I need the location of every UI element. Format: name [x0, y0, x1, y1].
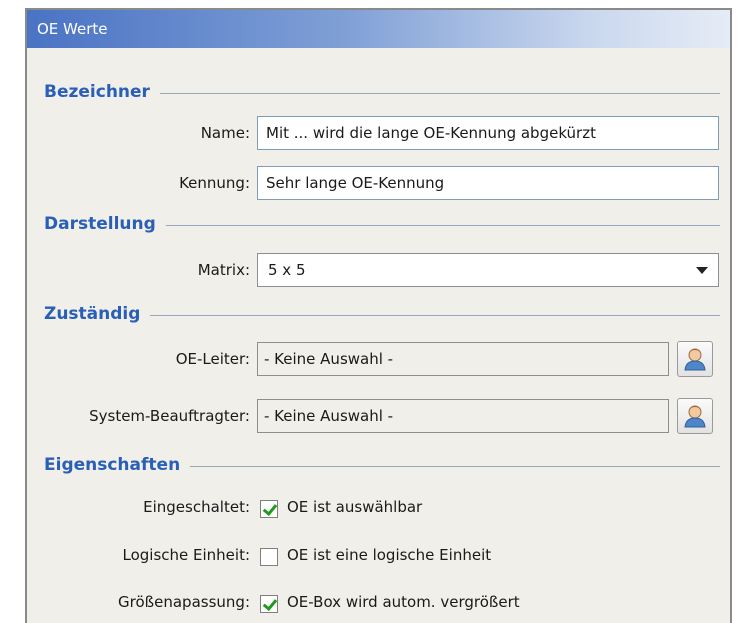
- section-divider: [190, 465, 720, 467]
- person-icon: [684, 348, 706, 371]
- logische-einheit-checkbox-text[interactable]: OE ist eine logische Einheit: [287, 546, 491, 564]
- groessenanpassung-checkbox[interactable]: [260, 595, 278, 613]
- oe-werte-panel: OE Werte Bezeichner Name: Mit ... wird d…: [25, 8, 732, 623]
- section-title-eigenschaften: Eigenschaften: [44, 455, 181, 475]
- groessenanpassung-label: Größenapassung:: [118, 593, 250, 611]
- logische-einheit-checkbox[interactable]: [260, 548, 278, 566]
- system-beauftragter-field: - Keine Auswahl -: [257, 399, 669, 433]
- matrix-select[interactable]: 5 x 5: [257, 253, 719, 287]
- section-divider: [165, 224, 720, 226]
- oe-leiter-label: OE-Leiter:: [175, 350, 250, 368]
- section-divider: [159, 92, 720, 94]
- matrix-label: Matrix:: [197, 261, 250, 279]
- kennung-input[interactable]: Sehr lange OE-Kennung: [257, 166, 719, 200]
- section-title-darstellung: Darstellung: [44, 214, 156, 234]
- matrix-selected-value: 5 x 5: [268, 261, 306, 279]
- section-zustaendig: Zuständig: [44, 302, 720, 326]
- chevron-down-icon[interactable]: [696, 267, 708, 274]
- section-divider: [150, 314, 720, 316]
- window-title: OE Werte: [27, 10, 730, 48]
- eingeschaltet-checkbox-text[interactable]: OE ist auswählbar: [287, 498, 422, 516]
- eingeschaltet-checkbox[interactable]: [260, 500, 278, 518]
- person-icon: [684, 405, 706, 428]
- section-title-bezeichner: Bezeichner: [44, 82, 150, 102]
- section-bezeichner: Bezeichner: [44, 80, 720, 104]
- logische-einheit-label: Logische Einheit:: [122, 546, 250, 564]
- oe-leiter-pick-button[interactable]: [677, 341, 713, 377]
- groessenanpassung-checkbox-text[interactable]: OE-Box wird autom. vergrößert: [287, 593, 520, 611]
- eingeschaltet-label: Eingeschaltet:: [143, 498, 250, 516]
- section-eigenschaften: Eigenschaften: [44, 453, 720, 477]
- kennung-label: Kennung:: [179, 174, 250, 192]
- system-beauftragter-label: System-Beauftragter:: [89, 407, 250, 425]
- section-darstellung: Darstellung: [44, 212, 720, 236]
- system-beauftragter-pick-button[interactable]: [677, 398, 713, 434]
- oe-leiter-field: - Keine Auswahl -: [257, 342, 669, 376]
- section-title-zustaendig: Zuständig: [44, 304, 141, 324]
- name-label: Name:: [200, 124, 250, 142]
- name-input[interactable]: Mit ... wird die lange OE-Kennung abgekü…: [257, 116, 719, 150]
